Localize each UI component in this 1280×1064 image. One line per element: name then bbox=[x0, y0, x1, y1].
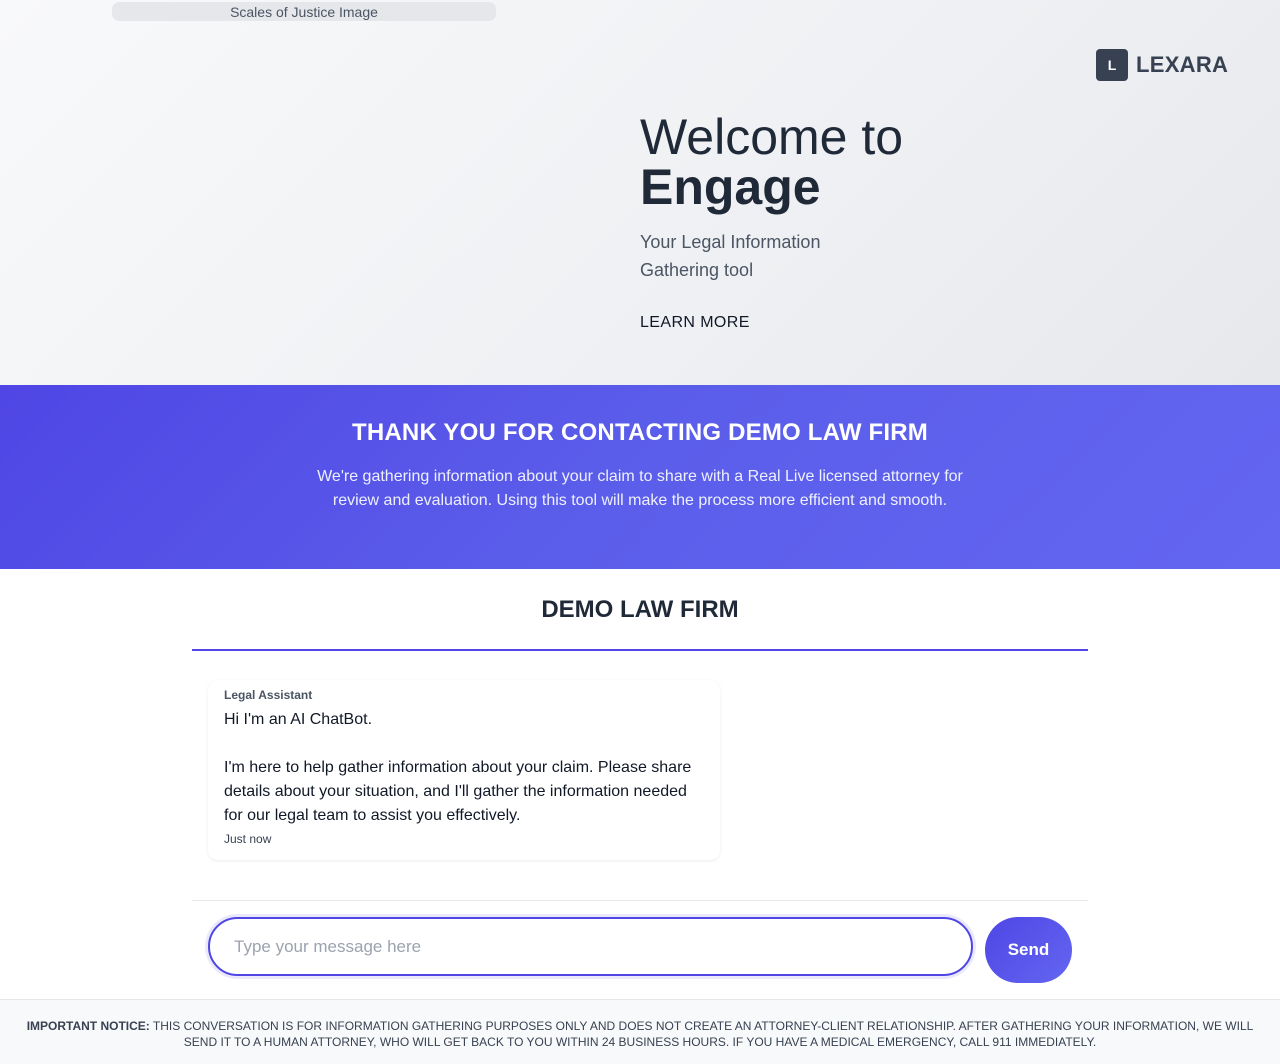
message-sender: Legal Assistant bbox=[224, 688, 313, 702]
send-button[interactable]: Send bbox=[985, 917, 1072, 983]
learn-more-link[interactable]: LEARN MORE bbox=[640, 314, 750, 332]
banner-text: We're gathering information about your c… bbox=[317, 468, 963, 509]
welcome-heading: Welcome to bbox=[640, 109, 904, 165]
thank-you-banner: THANK YOU FOR CONTACTING DEMO LAW FIRM W… bbox=[0, 385, 1280, 569]
notice-label: IMPORTANT NOTICE: bbox=[26, 1019, 150, 1033]
product-name: Engage bbox=[640, 159, 821, 215]
hero-tagline: Your Legal Information Gathering tool bbox=[640, 232, 821, 280]
hero-section: Scales of Justice Image L LEXARA Welcome… bbox=[0, 0, 1280, 385]
scales-of-justice-image: Scales of Justice Image bbox=[112, 2, 496, 21]
important-notice: IMPORTANT NOTICE: THIS CONVERSATION IS F… bbox=[0, 999, 1280, 1064]
notice-text: THIS CONVERSATION IS FOR INFORMATION GAT… bbox=[152, 1019, 1254, 1049]
message-input[interactable] bbox=[208, 917, 973, 976]
message-timestamp: Just now bbox=[224, 832, 272, 846]
chat-divider bbox=[192, 900, 1088, 901]
chat-message: Legal Assistant Hi I'm an AI ChatBot. I'… bbox=[208, 680, 720, 860]
brand-mark-icon: L bbox=[1096, 49, 1128, 81]
firm-name-heading: DEMO LAW FIRM bbox=[541, 596, 739, 623]
message-line: Hi I'm an AI ChatBot. bbox=[224, 711, 373, 728]
heading-divider bbox=[192, 649, 1088, 651]
hero-text: Welcome to Engage Your Legal Information… bbox=[640, 112, 903, 332]
banner-title: THANK YOU FOR CONTACTING DEMO LAW FIRM bbox=[351, 419, 928, 446]
message-body: Hi I'm an AI ChatBot. I'm here to help g… bbox=[224, 708, 704, 828]
brand-logo[interactable]: L LEXARA bbox=[1096, 49, 1228, 81]
brand-name: LEXARA bbox=[1136, 52, 1229, 77]
message-line: I'm here to help gather information abou… bbox=[224, 759, 692, 824]
